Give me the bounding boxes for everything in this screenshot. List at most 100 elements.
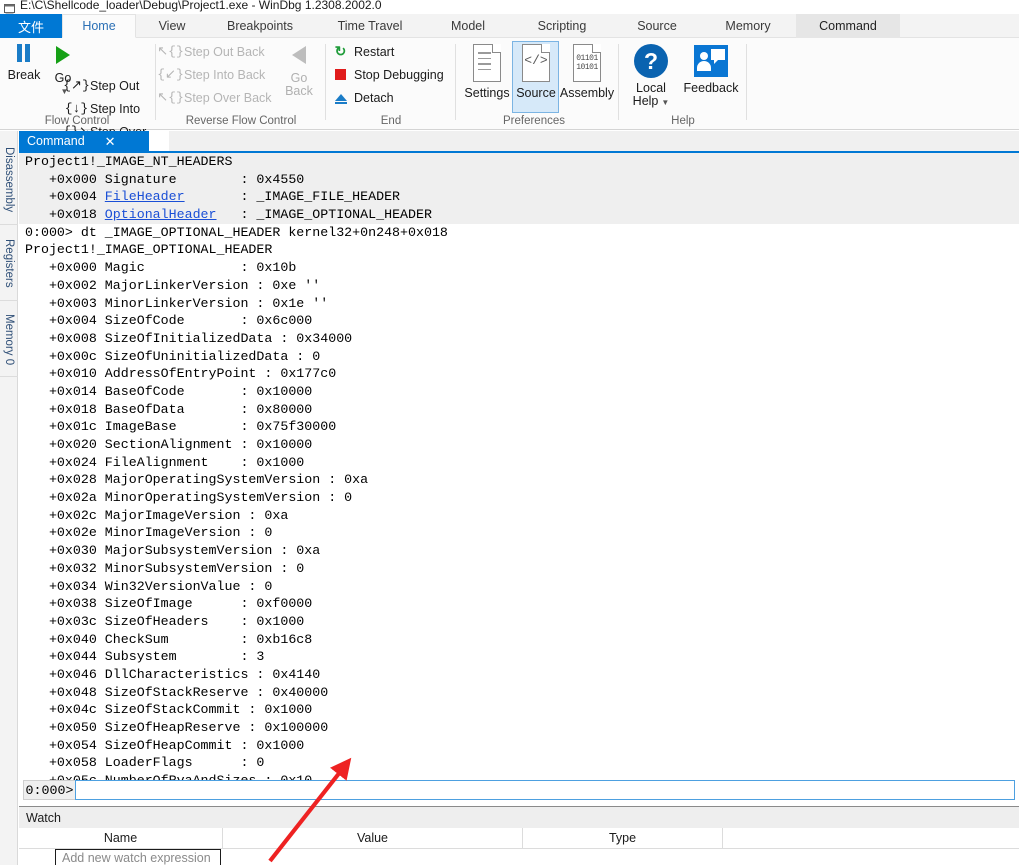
chevron-down-icon[interactable]: ▼ (661, 98, 669, 107)
command-output-log[interactable]: Project1!_IMAGE_NT_HEADERS +0x000 Signat… (19, 153, 1019, 781)
command-output-line: +0x00c SizeOfUninitializedData : 0 (19, 348, 1019, 366)
feedback-button[interactable]: Feedback (679, 45, 743, 95)
flow-control-group-label: Flow Control (0, 115, 154, 127)
command-output-line: +0x010 AddressOfEntryPoint : 0x177c0 (19, 365, 1019, 383)
command-prompt-row: 0:000> (23, 780, 1015, 800)
settings-document-icon (470, 44, 504, 84)
help-group-label: Help (621, 115, 745, 127)
source-button[interactable]: </> Source (514, 44, 558, 100)
reverse-flow-control-group-label: Reverse Flow Control (158, 115, 324, 127)
detach-button[interactable]: Detach (332, 90, 394, 105)
command-output-line: +0x044 Subsystem : 3 (19, 648, 1019, 666)
ribbon-tab-model[interactable]: Model (435, 14, 501, 38)
end-group-label: End (328, 115, 454, 127)
group-separator (325, 44, 326, 120)
title-bar: E:\C\Shellcode_loader\Debug\Project1.exe… (0, 0, 1019, 14)
command-output-line: +0x004 FileHeader : _IMAGE_FILE_HEADER (19, 188, 1019, 206)
watch-column-name[interactable]: Name (19, 828, 223, 848)
dml-link[interactable]: FileHeader (105, 189, 185, 204)
break-button[interactable]: Break (4, 44, 44, 82)
assembly-binary-document-icon: 0110110101 (570, 44, 604, 84)
ribbon-tab-source[interactable]: Source (620, 14, 694, 38)
command-output-line: +0x018 OptionalHeader : _IMAGE_OPTIONAL_… (19, 206, 1019, 224)
document-tab-strip-background (169, 131, 1019, 151)
command-output-line: +0x000 Signature : 0x4550 (19, 171, 1019, 189)
command-output-line: +0x000 Magic : 0x10b (19, 259, 1019, 277)
add-new-watch-expression-input[interactable]: Add new watch expression (55, 849, 221, 865)
command-output-line: +0x024 FileAlignment : 0x1000 (19, 454, 1019, 472)
command-output-line: +0x018 BaseOfData : 0x80000 (19, 401, 1019, 419)
settings-button[interactable]: Settings (464, 44, 510, 100)
step-into-back-icon: {↙} (162, 67, 179, 82)
command-input[interactable] (75, 780, 1015, 800)
go-back-button: Go Back (278, 46, 320, 98)
ribbon-tab-home[interactable]: Home (62, 14, 136, 38)
step-out-back-icon: ↖{} (162, 44, 179, 59)
step-into-icon: {↓} (68, 101, 85, 116)
prompt-prefix-label: 0:000> (23, 780, 75, 800)
feedback-person-icon (694, 45, 728, 77)
command-output-line: +0x038 SizeOfImage : 0xf0000 (19, 595, 1019, 613)
command-output-line: +0x002 MajorLinkerVersion : 0xe '' (19, 277, 1019, 295)
window-title: E:\C\Shellcode_loader\Debug\Project1.exe… (20, 0, 382, 12)
ribbon-tab-memory[interactable]: Memory (708, 14, 788, 38)
ribbon-tab-file[interactable]: 文件 (0, 14, 62, 38)
step-out-button[interactable]: {↗} Step Out (68, 78, 139, 93)
command-output-line: Project1!_IMAGE_NT_HEADERS (19, 153, 1019, 171)
watch-row-new: Add new watch expression (19, 849, 1019, 865)
command-output-line: +0x03c SizeOfHeaders : 0x1000 (19, 613, 1019, 631)
group-separator (455, 44, 456, 120)
source-code-document-icon: </> (519, 44, 553, 84)
command-output-line: +0x040 CheckSum : 0xb16c8 (19, 631, 1019, 649)
command-output-line: +0x02a MinorOperatingSystemVersion : 0 (19, 489, 1019, 507)
command-output-line: +0x020 SectionAlignment : 0x10000 (19, 436, 1019, 454)
command-output-line: +0x030 MajorSubsystemVersion : 0xa (19, 542, 1019, 560)
windbg-app-icon (4, 1, 15, 12)
command-output-line: +0x032 MinorSubsystemVersion : 0 (19, 560, 1019, 578)
watch-column-value[interactable]: Value (223, 828, 523, 848)
ribbon-tab-scripting[interactable]: Scripting (516, 14, 608, 38)
watch-panel: Watch Name Value Type Add new watch expr… (19, 806, 1019, 865)
restart-button[interactable]: ↻ Restart (332, 44, 394, 59)
stop-debugging-button[interactable]: Stop Debugging (332, 67, 444, 82)
group-separator (618, 44, 619, 120)
question-mark-icon: ? (634, 44, 668, 78)
ribbon-group-help: ? Local Help▼ Feedback Help (621, 38, 745, 130)
ribbon-tab-view[interactable]: View (140, 14, 204, 38)
windbg-window: E:\C\Shellcode_loader\Debug\Project1.exe… (0, 0, 1019, 865)
ribbon-group-preferences: Settings </> Source 0110110101 Assembly … (458, 38, 610, 130)
dml-link[interactable]: OptionalHeader (105, 207, 217, 222)
step-into-button[interactable]: {↓} Step Into (68, 101, 140, 116)
command-output-line: +0x034 Win32VersionValue : 0 (19, 578, 1019, 596)
ribbon-tab-time-travel[interactable]: Time Travel (320, 14, 420, 38)
command-output-line: +0x04c SizeOfStackCommit : 0x1000 (19, 701, 1019, 719)
document-tab-command[interactable]: Command ✕ (19, 131, 149, 151)
left-dock-strip: Disassembly Registers Memory 0 (0, 131, 18, 865)
ribbon-body: Break Go ▼ {↗} Step Out {↓} Step Into {}… (0, 38, 1019, 130)
sidebar-item-registers[interactable]: Registers (0, 227, 18, 301)
preferences-group-label: Preferences (458, 115, 610, 127)
restart-icon: ↻ (332, 44, 349, 59)
ribbon-tab-breakpoints[interactable]: Breakpoints (210, 14, 310, 38)
ribbon-tab-command[interactable]: Command (796, 14, 900, 38)
sidebar-item-disassembly[interactable]: Disassembly (0, 135, 18, 225)
ribbon-group-flow-control: Break Go ▼ {↗} Step Out {↓} Step Into {}… (0, 38, 154, 130)
command-output-line: +0x02e MinorImageVersion : 0 (19, 524, 1019, 542)
detach-eject-icon (332, 90, 349, 105)
group-separator (155, 44, 156, 120)
assembly-button[interactable]: 0110110101 Assembly (560, 44, 614, 100)
watch-panel-title: Watch (19, 807, 1019, 828)
close-icon[interactable]: ✕ (105, 135, 116, 148)
command-output-line: +0x050 SizeOfHeapReserve : 0x100000 (19, 719, 1019, 737)
ribbon-group-end: ↻ Restart Stop Debugging Detach End (328, 38, 454, 130)
watch-column-filler (723, 828, 1019, 848)
command-output-line: +0x014 BaseOfCode : 0x10000 (19, 383, 1019, 401)
local-help-button[interactable]: ? Local Help▼ (625, 44, 677, 109)
ribbon-group-reverse-flow-control: ↖{} Step Out Back {↙} Step Into Back ↖{}… (158, 38, 324, 130)
command-output-line: +0x02c MajorImageVersion : 0xa (19, 507, 1019, 525)
sidebar-item-memory-0[interactable]: Memory 0 (0, 303, 18, 377)
watch-column-type[interactable]: Type (523, 828, 723, 848)
command-output-line: Project1!_IMAGE_OPTIONAL_HEADER (19, 241, 1019, 259)
stop-square-icon (332, 67, 349, 82)
command-output-line: +0x048 SizeOfStackReserve : 0x40000 (19, 684, 1019, 702)
